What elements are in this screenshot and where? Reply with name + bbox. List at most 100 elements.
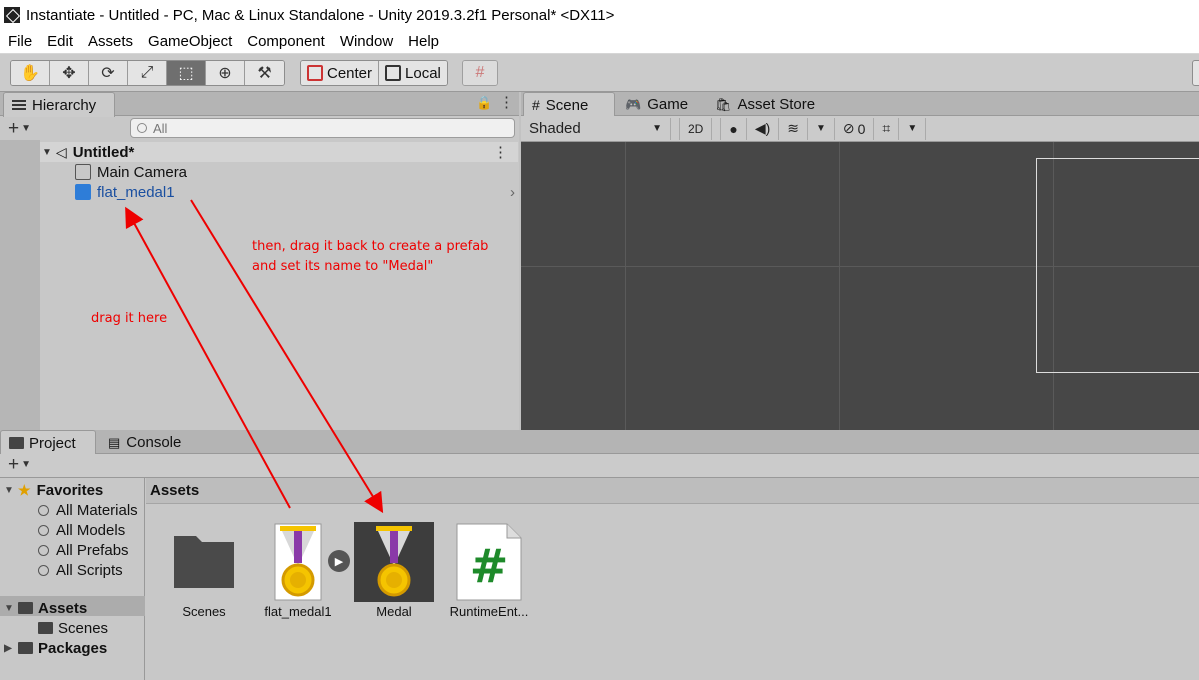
- window-title: Instantiate - Untitled - PC, Mac & Linux…: [26, 6, 615, 24]
- breadcrumb: Assets: [146, 478, 1199, 504]
- rotate-tool-icon[interactable]: ⟳: [89, 61, 128, 85]
- hidden-objects-toggle[interactable]: ⊘ 0: [835, 117, 875, 140]
- packages-folder[interactable]: ▶ Packages: [4, 638, 107, 658]
- panel-menu-icon[interactable]: ⋮: [499, 93, 514, 111]
- favorite-all-materials[interactable]: All Materials: [38, 500, 145, 520]
- tab-hierarchy[interactable]: Hierarchy: [3, 92, 115, 117]
- favorites-folder[interactable]: ▼ ★ Favorites: [4, 480, 103, 500]
- search-icon: [38, 504, 49, 516]
- annotation-line: and set its name to "Medal": [252, 259, 434, 274]
- project-folder-tree: ▼ ★ Favorites All Materials All Models A…: [0, 478, 145, 680]
- game-tab-label: Game: [647, 96, 689, 113]
- project-panel: Project ▤ Console + ▼ ▼ ★ Favorites All M…: [0, 430, 1199, 680]
- folder-icon: [174, 536, 234, 588]
- lighting-toggle-icon[interactable]: ●: [720, 117, 747, 140]
- shading-mode-dropdown[interactable]: Shaded ▼: [521, 117, 671, 140]
- hand-tool-icon[interactable]: ✋: [11, 61, 50, 85]
- create-button[interactable]: + ▼: [8, 118, 31, 140]
- hierarchy-item-main-camera[interactable]: Main Camera: [40, 162, 519, 182]
- hierarchy-list: ▼ ◁ Untitled* ⋮ Main Camera flat_medal1 …: [0, 140, 519, 430]
- expand-icon: ▼: [4, 602, 14, 614]
- tab-game[interactable]: 🎮 Game: [617, 92, 696, 117]
- favorite-all-models[interactable]: All Models: [38, 520, 125, 540]
- menu-gameobject[interactable]: GameObject: [148, 33, 232, 50]
- chevron-right-icon[interactable]: ›: [510, 184, 515, 201]
- scene-tab-label: Scene: [545, 96, 589, 114]
- rect-tool-icon[interactable]: ⬚: [167, 61, 206, 85]
- space-label: Local: [405, 64, 441, 82]
- pivot-label: Center: [327, 64, 373, 82]
- camera-frame: [1036, 158, 1199, 373]
- scene-viewport[interactable]: [521, 142, 1199, 430]
- folder-icon: [38, 622, 53, 634]
- favorite-all-scripts[interactable]: All Scripts: [38, 560, 123, 580]
- asset-flat-medal1[interactable]: flat_medal1: [258, 522, 338, 619]
- menu-bar: File Edit Assets GameObject Component Wi…: [0, 30, 1199, 54]
- csharp-script-icon: #: [456, 523, 522, 601]
- annotation-drag-back: then, drag it back to create a prefab an…: [252, 237, 488, 277]
- menu-help[interactable]: Help: [408, 33, 439, 50]
- breadcrumb-assets[interactable]: Assets: [150, 482, 199, 499]
- pivot-icon: [307, 65, 323, 81]
- gizmos-dropdown-icon[interactable]: ▼: [899, 117, 927, 140]
- menu-window[interactable]: Window: [340, 33, 393, 50]
- expand-icon[interactable]: ▼: [42, 147, 52, 158]
- effects-toggle-icon[interactable]: ≋: [779, 117, 808, 140]
- gizmos-icon[interactable]: ⌗: [874, 117, 900, 140]
- gameobject-icon: [75, 164, 91, 180]
- list-icon: [12, 100, 26, 110]
- menu-assets[interactable]: Assets: [88, 33, 133, 50]
- hierarchy-tab-label: Hierarchy: [32, 96, 97, 114]
- annotation-line: then, drag it back to create a prefab: [252, 239, 489, 254]
- custom-tool-icon[interactable]: ⚒: [245, 61, 284, 85]
- project-toolbar: + ▼: [0, 454, 1199, 478]
- console-tab-label: Console: [126, 434, 182, 451]
- favorite-all-prefabs[interactable]: All Prefabs: [38, 540, 129, 560]
- menu-file[interactable]: File: [8, 33, 32, 50]
- menu-edit[interactable]: Edit: [47, 33, 73, 50]
- hierarchy-search-input[interactable]: All: [130, 118, 515, 138]
- packages-label: Packages: [38, 639, 108, 657]
- scenes-folder[interactable]: Scenes: [38, 618, 108, 638]
- create-asset-button[interactable]: + ▼: [8, 454, 31, 476]
- asset-runtime-script[interactable]: # RuntimeEnt...: [449, 522, 529, 619]
- asset-label: RuntimeEnt...: [449, 604, 529, 619]
- asset-label: flat_medal1: [264, 604, 332, 619]
- folder-label: Scenes: [58, 619, 109, 637]
- assets-folder[interactable]: ▼ Assets: [4, 598, 87, 618]
- scale-tool-icon[interactable]: ⤢: [128, 61, 167, 85]
- scene-menu-icon[interactable]: ⋮: [493, 143, 508, 161]
- tab-project[interactable]: Project: [0, 430, 96, 455]
- menu-component[interactable]: Component: [247, 33, 325, 50]
- audio-toggle-icon[interactable]: ◀): [747, 117, 780, 140]
- hierarchy-toolbar: + ▼ All: [0, 116, 519, 140]
- favorites-label: Favorites: [36, 481, 104, 499]
- tab-scene[interactable]: # Scene: [523, 92, 615, 117]
- asset-scenes-folder[interactable]: Scenes: [164, 522, 244, 619]
- 2d-toggle[interactable]: 2D: [679, 117, 713, 140]
- favorite-label: All Scripts: [56, 561, 123, 579]
- transform-tool-icon[interactable]: ⊕: [206, 61, 245, 85]
- move-tool-icon[interactable]: ✥: [50, 61, 89, 85]
- hierarchy-item-flat-medal[interactable]: flat_medal1 ›: [40, 182, 519, 202]
- lock-icon[interactable]: 🔒: [476, 95, 492, 111]
- prefab-cube-icon: [75, 184, 91, 200]
- toolbar-right-edge: [1192, 60, 1199, 86]
- medal-prefab-icon: [354, 522, 434, 602]
- tab-console[interactable]: ▤ Console: [100, 430, 189, 455]
- scene-panel: # Scene 🎮 Game 🛍 Asset Store Shaded ▼ 2D…: [521, 92, 1199, 430]
- pivot-local-button[interactable]: Local: [379, 61, 447, 85]
- search-icon: [38, 524, 49, 536]
- assets-label: Assets: [38, 599, 88, 617]
- tab-asset-store[interactable]: 🛍 Asset Store: [707, 92, 823, 117]
- snap-toggle[interactable]: #: [462, 60, 498, 86]
- asset-medal-prefab[interactable]: Medal: [354, 522, 434, 619]
- scene-tabbar: # Scene 🎮 Game 🛍 Asset Store: [521, 92, 1199, 117]
- expand-prefab-icon[interactable]: ▶: [328, 550, 350, 572]
- grid-line: [839, 142, 840, 430]
- scene-row[interactable]: ▼ ◁ Untitled* ⋮: [40, 142, 518, 162]
- effects-dropdown-icon[interactable]: ▼: [808, 117, 835, 140]
- pivot-center-button[interactable]: Center: [301, 61, 380, 85]
- medal-model-icon: [274, 523, 322, 601]
- folder-open-icon: [18, 602, 33, 614]
